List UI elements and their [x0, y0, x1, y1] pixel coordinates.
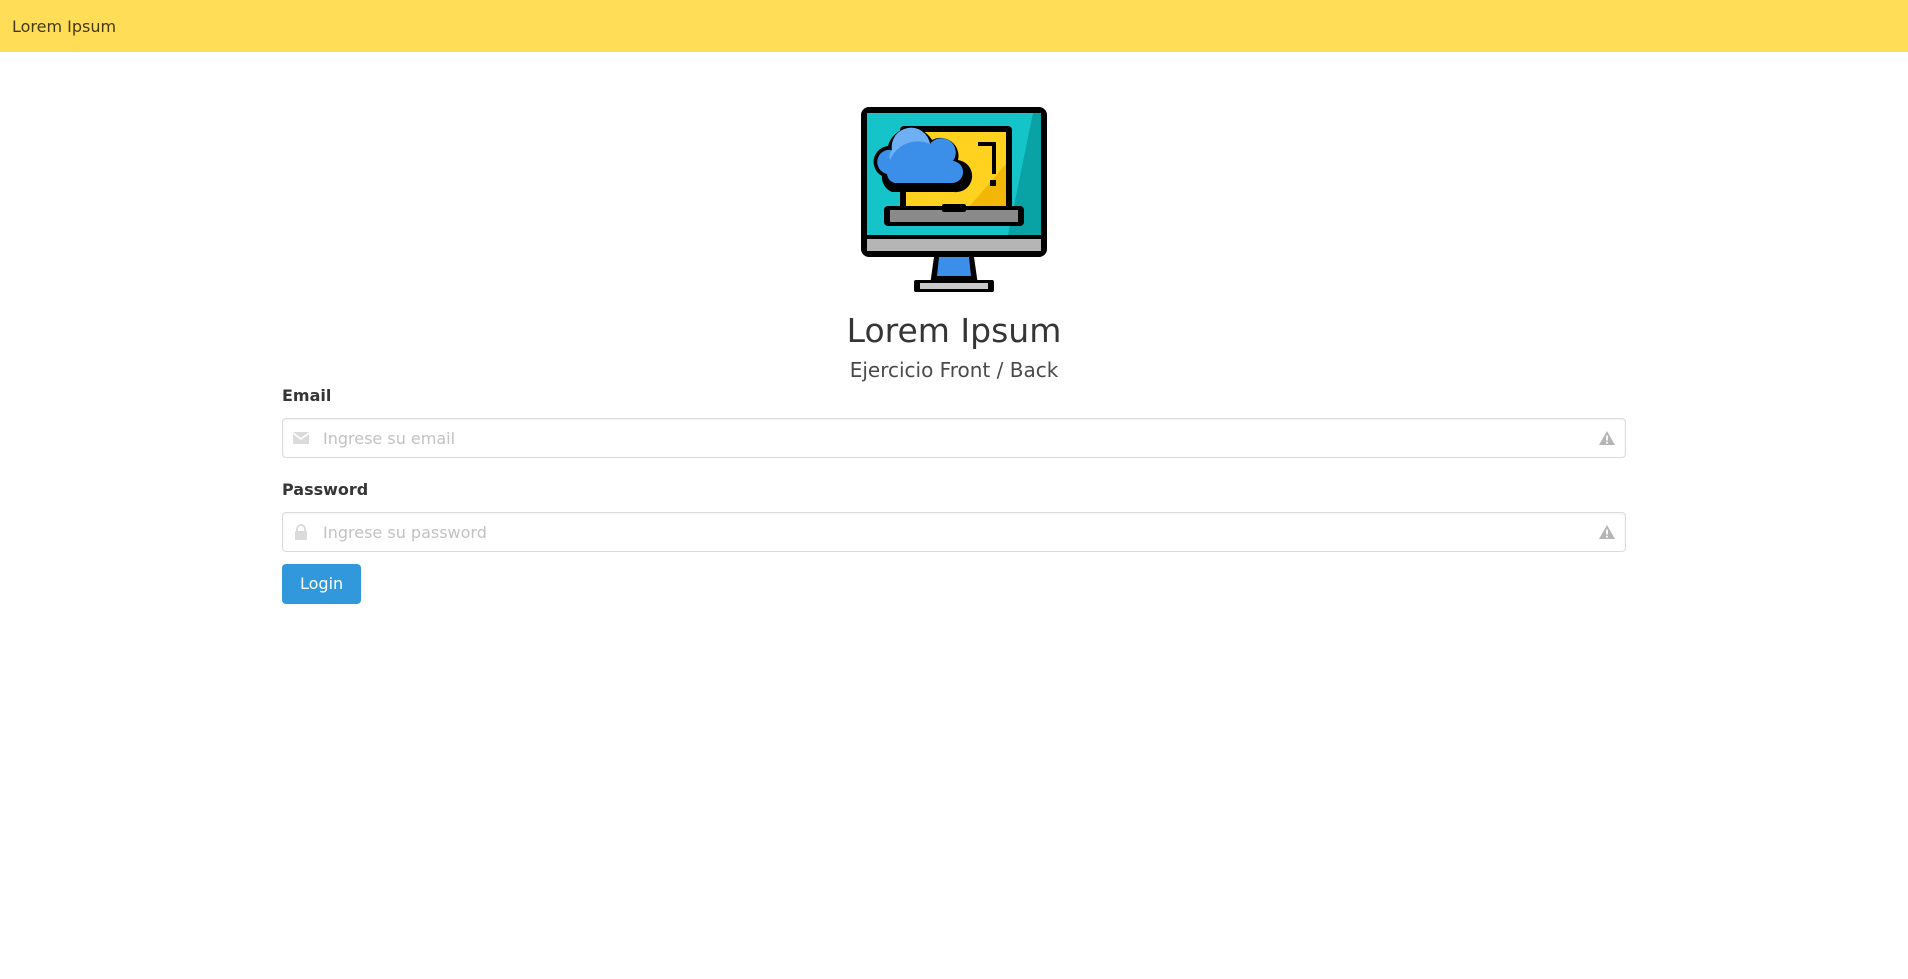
navbar-brand[interactable]: Lorem Ipsum	[12, 17, 116, 36]
page-title: Lorem Ipsum	[846, 311, 1062, 350]
login-button[interactable]: Login	[282, 564, 362, 604]
envelope-icon	[292, 430, 310, 446]
login-form: Email Password	[282, 384, 1626, 604]
email-label: Email	[282, 386, 332, 405]
navbar: Lorem Ipsum	[0, 0, 1908, 52]
password-input[interactable]	[282, 512, 1626, 552]
warning-icon	[1598, 524, 1616, 540]
page-subtitle: Ejercicio Front / Back	[849, 358, 1059, 382]
password-control	[282, 512, 1626, 552]
computer-cloud-icon	[858, 104, 1050, 296]
password-label: Password	[282, 480, 369, 499]
email-input[interactable]	[282, 418, 1626, 458]
lock-icon	[292, 524, 310, 540]
email-control	[282, 418, 1626, 458]
warning-icon	[1598, 430, 1616, 446]
